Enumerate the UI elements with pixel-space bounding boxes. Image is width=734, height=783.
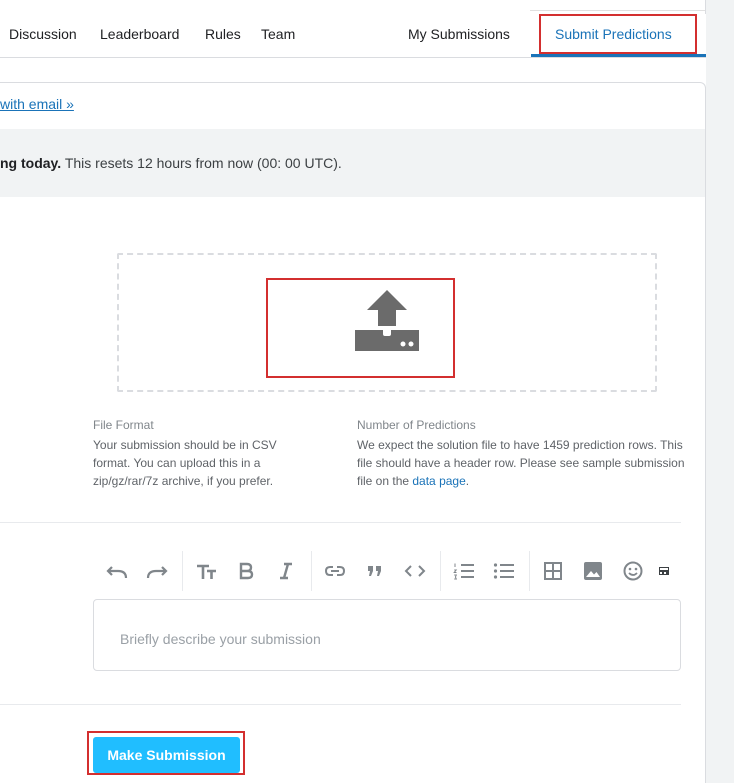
notice-text: ng today. This resets 12 hours from now … [0, 155, 342, 171]
description-placeholder: Briefly describe your submission [120, 631, 321, 647]
upload-icon[interactable] [353, 290, 421, 352]
notice-rest: This resets 12 hours from now (00: 00 UT… [61, 155, 342, 171]
data-page-link[interactable]: data page [412, 474, 465, 488]
ordered-list-icon[interactable] [452, 560, 476, 582]
undo-icon[interactable] [105, 560, 129, 582]
emoji-icon[interactable] [621, 560, 645, 582]
bold-icon[interactable] [234, 560, 258, 582]
submission-description-input[interactable]: Briefly describe your submission [93, 599, 681, 671]
table-icon[interactable] [541, 560, 565, 582]
text-size-icon[interactable] [194, 560, 218, 582]
num-predictions-text: We expect the solution file to have 1459… [357, 436, 692, 490]
verify-email-link[interactable]: with email » [0, 96, 74, 112]
notice-bold: ng today. [0, 155, 62, 171]
tab-discussion[interactable]: Discussion [9, 26, 77, 42]
toolbar-separator [311, 551, 312, 591]
tab-my-submissions[interactable]: My Submissions [408, 26, 510, 42]
italic-icon[interactable] [274, 560, 298, 582]
num-predictions-body: We expect the solution file to have 1459… [357, 438, 685, 488]
section-divider [0, 522, 681, 523]
active-tab-underline [531, 54, 706, 57]
tab-submit-predictions[interactable]: Submit Predictions [555, 26, 672, 42]
nav-top-line [530, 10, 706, 11]
num-predictions-label: Number of Predictions [357, 418, 476, 432]
toolbar-separator [529, 551, 530, 591]
quote-icon[interactable] [363, 560, 387, 582]
link-icon[interactable] [323, 560, 347, 582]
bullet-list-icon[interactable] [492, 560, 516, 582]
num-predictions-end: . [465, 474, 470, 488]
section-divider [0, 704, 681, 705]
tab-leaderboard[interactable]: Leaderboard [100, 26, 179, 42]
redo-icon[interactable] [145, 560, 169, 582]
file-format-text: Your submission should be in CSV format.… [93, 438, 277, 488]
make-submission-button[interactable]: Make Submission [93, 737, 240, 773]
nav-edge [705, 0, 706, 14]
more-icon[interactable] [657, 560, 671, 582]
competition-nav: Discussion Leaderboard Rules Team My Sub… [0, 0, 706, 58]
code-icon[interactable] [403, 560, 427, 582]
tab-team[interactable]: Team [261, 26, 295, 42]
toolbar-separator [182, 551, 183, 591]
tab-rules[interactable]: Rules [205, 26, 241, 42]
toolbar-separator [440, 551, 441, 591]
image-icon[interactable] [581, 560, 605, 582]
file-format-label: File Format [93, 418, 154, 432]
right-gutter [706, 0, 734, 783]
